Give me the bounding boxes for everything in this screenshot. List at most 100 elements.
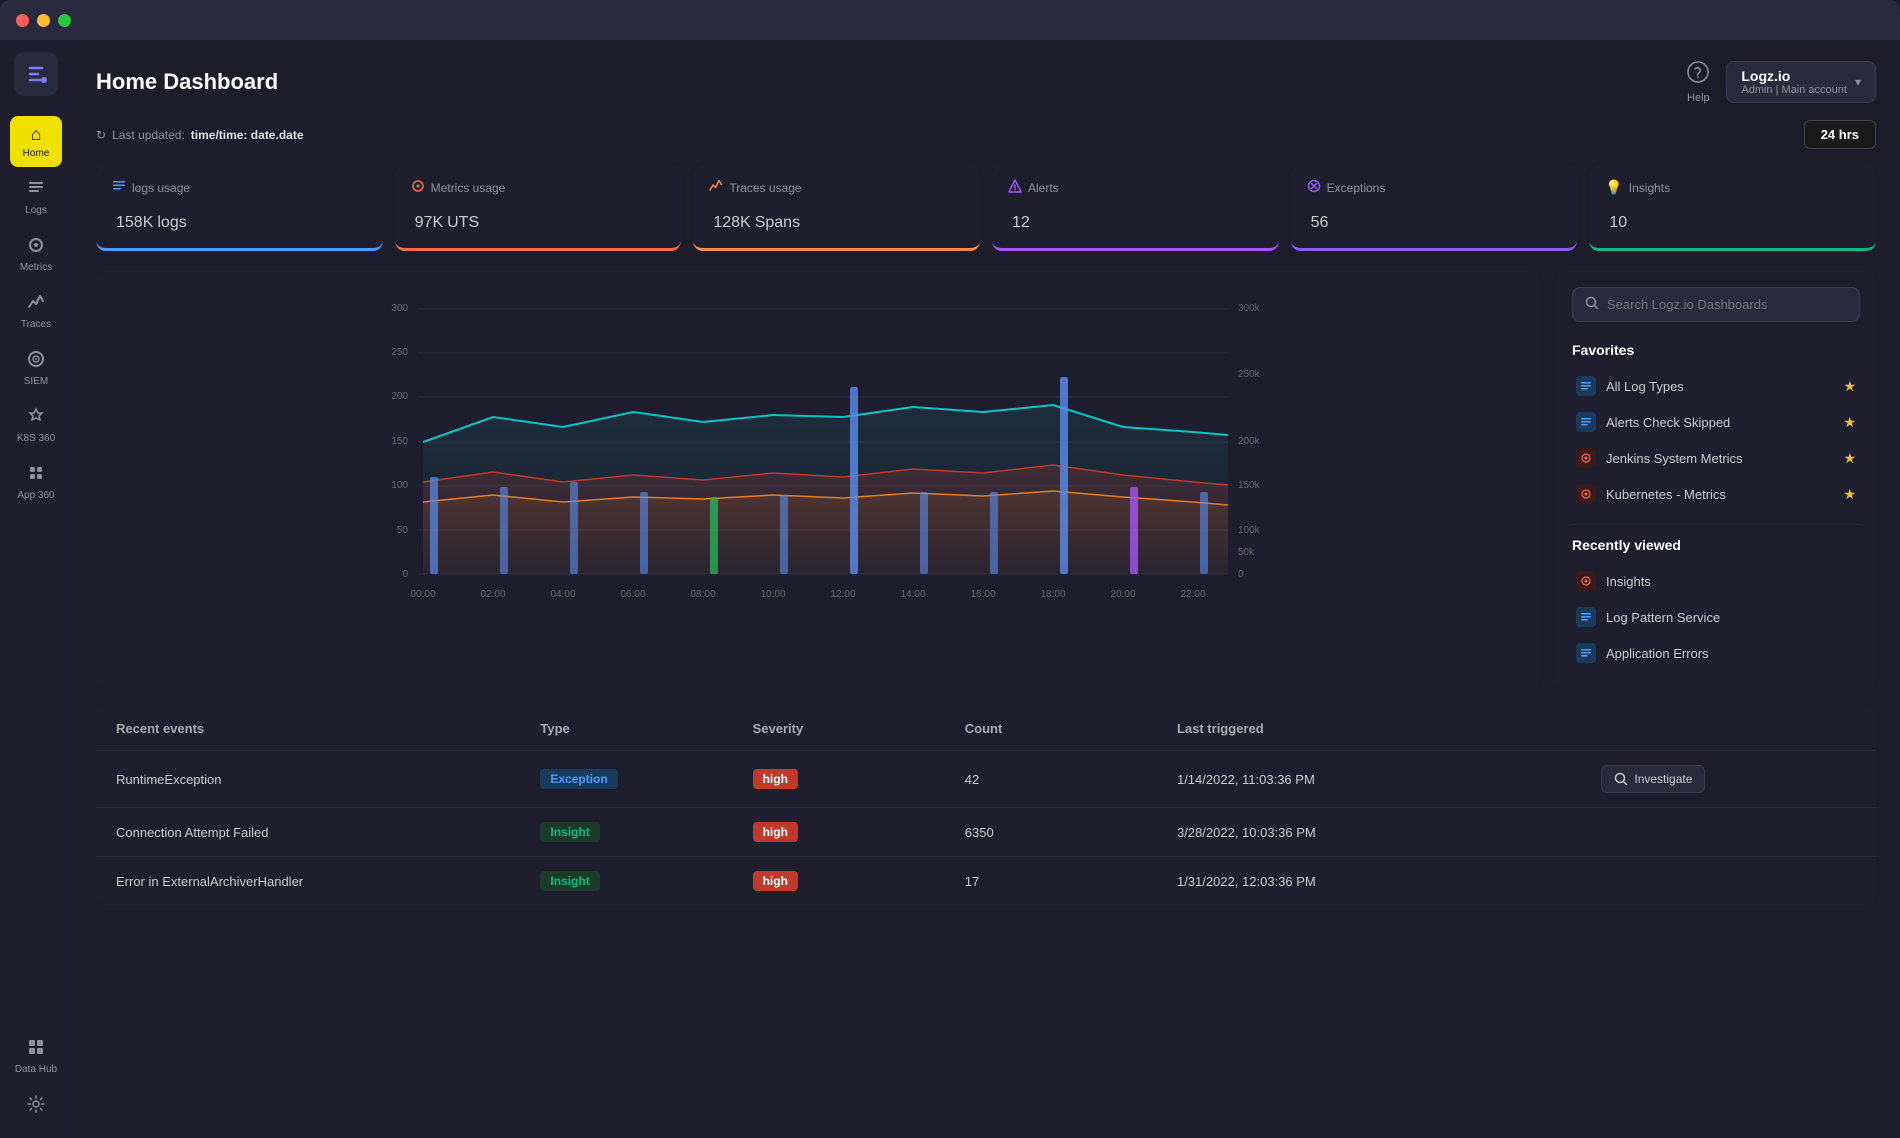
help-button[interactable]: Help <box>1686 60 1710 104</box>
severity-badge-1: high <box>753 822 798 842</box>
metric-value-logs: 158Klogs <box>112 202 367 234</box>
event-severity-1: high <box>753 822 965 842</box>
last-updated-label: Last updated: <box>112 128 185 142</box>
apperrors-icon-badge <box>1576 643 1596 663</box>
search-icon <box>1585 296 1599 313</box>
account-badge[interactable]: Logz.io Admin | Main account ▾ <box>1726 61 1876 103</box>
account-sub: Admin | Main account <box>1741 84 1847 96</box>
type-badge-2: Insight <box>540 871 599 891</box>
sidebar-label-metrics: Metrics <box>20 262 52 273</box>
svg-text:08:00: 08:00 <box>690 589 715 600</box>
metric-card-traces[interactable]: Traces usage 128KSpans <box>693 165 980 251</box>
metric-label-metrics: Metrics usage <box>411 179 666 196</box>
logs-card-icon <box>112 179 126 196</box>
svg-text:250k: 250k <box>1238 369 1261 380</box>
svg-text:300k: 300k <box>1238 303 1261 314</box>
metrics-card-icon <box>411 179 425 196</box>
svg-text:16:00: 16:00 <box>970 589 995 600</box>
recent-label-insights: Insights <box>1606 574 1651 589</box>
favorite-label-0: All Log Types <box>1606 379 1684 394</box>
favorites-list: All Log Types ★ <box>1572 368 1860 512</box>
sidebar-item-app360[interactable]: App 360 <box>10 456 62 509</box>
recent-item-app-errors[interactable]: Application Errors <box>1572 635 1860 671</box>
time-filter-button[interactable]: 24 hrs <box>1804 120 1876 149</box>
sidebar-item-logs[interactable]: Logs <box>10 171 62 224</box>
svg-text:50: 50 <box>397 525 409 536</box>
favorite-item-alerts-check-skipped[interactable]: Alerts Check Skipped ★ <box>1572 404 1860 440</box>
sidebar-item-k8s360[interactable]: K8S 360 <box>10 399 62 452</box>
metrics-icon <box>27 236 45 259</box>
recent-item-log-pattern[interactable]: Log Pattern Service <box>1572 599 1860 635</box>
metric-cards: logs usage 158Klogs Metrics usage <box>96 165 1876 251</box>
dashboard-search-input[interactable] <box>1607 297 1847 312</box>
event-triggered-1: 3/28/2022, 10:03:36 PM <box>1177 825 1601 840</box>
sidebar-label-siem: SIEM <box>24 376 48 387</box>
alerts-card-icon <box>1008 179 1022 196</box>
favorite-item-kubernetes[interactable]: Kubernetes - Metrics ★ <box>1572 476 1860 512</box>
svg-text:04:00: 04:00 <box>550 589 575 600</box>
close-button[interactable] <box>16 14 29 27</box>
account-info: Logz.io Admin | Main account <box>1741 68 1847 96</box>
svg-text:150k: 150k <box>1238 480 1261 491</box>
svg-text:18:00: 18:00 <box>1040 589 1065 600</box>
severity-badge-2: high <box>753 871 798 891</box>
metric-label-insights: 💡 Insights <box>1605 179 1860 196</box>
sidebar-item-traces[interactable]: Traces <box>10 285 62 338</box>
svg-text:0: 0 <box>1238 569 1244 580</box>
siem-icon <box>27 350 45 373</box>
metric-label-logs: logs usage <box>112 179 367 196</box>
type-badge-1: Insight <box>540 822 599 842</box>
metric-card-metrics[interactable]: Metrics usage 97KUTS <box>395 165 682 251</box>
header-right: Help Logz.io Admin | Main account ▾ <box>1686 60 1876 104</box>
help-label: Help <box>1687 92 1710 104</box>
metric-card-exceptions[interactable]: Exceptions 56 <box>1291 165 1578 251</box>
sidebar-bottom: Data Hub <box>10 1030 62 1126</box>
sidebar-item-datahub[interactable]: Data Hub <box>10 1030 62 1083</box>
settings-icon <box>27 1095 45 1118</box>
event-name-2: Error in ExternalArchiverHandler <box>116 874 540 889</box>
th-type: Type <box>540 721 752 736</box>
chart-container: 300 250 200 150 100 50 0 300k 250k 200k … <box>96 271 1540 687</box>
sidebar-item-settings[interactable] <box>10 1087 62 1126</box>
metric-card-alerts[interactable]: Alerts 12 <box>992 165 1279 251</box>
logs-icon <box>27 179 45 202</box>
sidebar-item-siem[interactable]: SIEM <box>10 342 62 395</box>
svg-text:0: 0 <box>402 569 408 580</box>
minimize-button[interactable] <box>37 14 50 27</box>
svg-text:12:00: 12:00 <box>830 589 855 600</box>
svg-text:200: 200 <box>391 391 408 402</box>
traces-icon <box>27 293 45 316</box>
metric-value-metrics: 97KUTS <box>411 202 666 234</box>
metric-card-insights[interactable]: 💡 Insights 10 <box>1589 165 1876 251</box>
last-updated-bar: ↻ Last updated: time/time: date.date 24 … <box>96 120 1876 149</box>
type-badge-0: Exception <box>540 769 617 789</box>
sidebar-label-k8s360: K8S 360 <box>17 433 55 444</box>
event-severity-0: high <box>753 769 965 789</box>
svg-text:150: 150 <box>391 436 408 447</box>
favorite-item-all-log-types[interactable]: All Log Types ★ <box>1572 368 1860 404</box>
maximize-button[interactable] <box>58 14 71 27</box>
chart-section: 300 250 200 150 100 50 0 300k 250k 200k … <box>96 271 1876 687</box>
metric-value-traces: 128KSpans <box>709 202 964 234</box>
window-chrome <box>0 0 1900 40</box>
svg-text:22:00: 22:00 <box>1180 589 1205 600</box>
event-count-1: 6350 <box>965 825 1177 840</box>
metric-value-alerts: 12 <box>1008 202 1263 234</box>
dashboard-panel: Favorites All Log Types <box>1556 271 1876 687</box>
recent-item-insights[interactable]: Insights <box>1572 563 1860 599</box>
chevron-down-icon: ▾ <box>1855 75 1861 89</box>
traces-card-icon <box>709 179 723 196</box>
svg-text:06:00: 06:00 <box>620 589 645 600</box>
metric-card-logs[interactable]: logs usage 158Klogs <box>96 165 383 251</box>
event-name-0: RuntimeException <box>116 772 540 787</box>
metrics-icon-badge-2 <box>1576 448 1596 468</box>
favorite-item-jenkins[interactable]: Jenkins System Metrics ★ <box>1572 440 1860 476</box>
star-icon-2: ★ <box>1843 450 1856 467</box>
dashboard-search-box[interactable] <box>1572 287 1860 322</box>
sidebar-label-datahub: Data Hub <box>15 1064 57 1075</box>
sidebar-item-home[interactable]: ⌂ Home <box>10 116 62 167</box>
panel-divider <box>1572 524 1860 525</box>
investigate-button-0[interactable]: Investigate <box>1601 765 1705 793</box>
sidebar-item-metrics[interactable]: Metrics <box>10 228 62 281</box>
app-logo <box>14 52 58 96</box>
